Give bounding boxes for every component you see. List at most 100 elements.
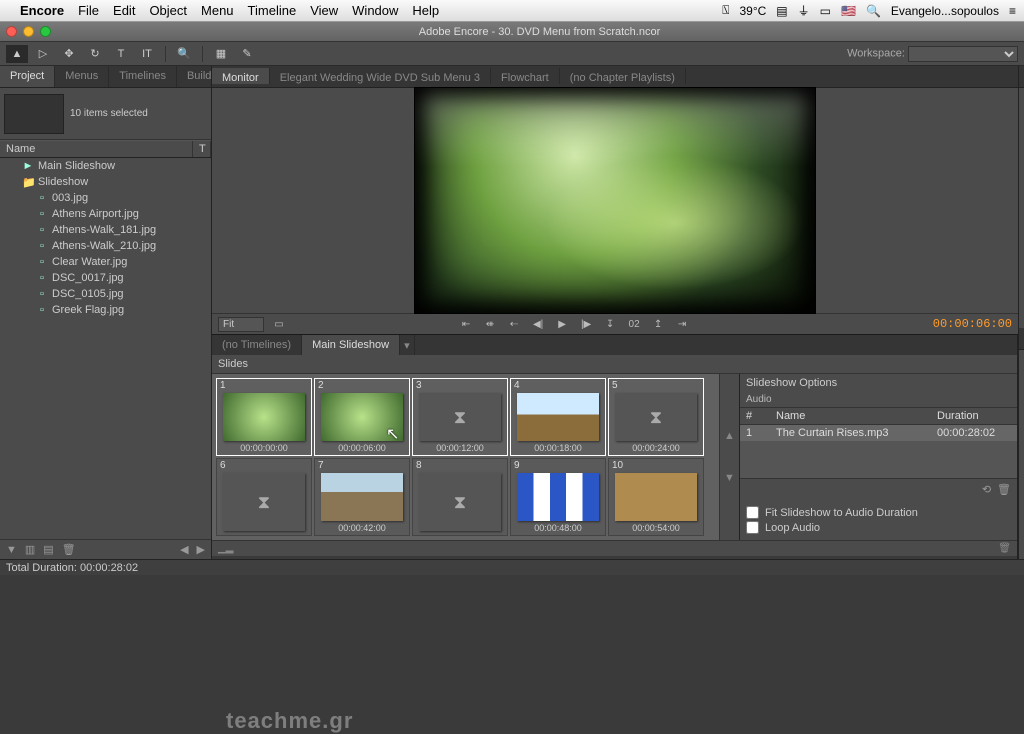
goto-in-icon[interactable]: ⇤ — [457, 317, 475, 332]
tree-item[interactable]: ▫DSC_0017.jpg — [0, 270, 211, 286]
project-tree[interactable]: ►Main Slideshow📁Slideshow▫003.jpg▫Athens… — [0, 158, 211, 539]
slides-label: Slides — [212, 355, 1017, 374]
slide-item[interactable]: 400:00:18:00 — [510, 378, 606, 456]
monitor-viewer[interactable] — [212, 88, 1018, 313]
step-fwd-icon[interactable]: ↧ — [601, 317, 619, 332]
monitor-tab[interactable]: Elegant Wedding Wide DVD Sub Menu 3 — [270, 68, 491, 84]
step-value[interactable]: 02 — [625, 317, 643, 332]
menu-extra-icon[interactable]: ≡ — [1009, 4, 1016, 18]
wifi-icon[interactable]: ⏚ — [798, 2, 810, 19]
preview-tool[interactable]: ▦ — [210, 45, 232, 63]
edit-menu-tool[interactable]: ✎ — [236, 45, 258, 63]
dropbox-icon[interactable]: ⍂ — [722, 3, 729, 18]
link-icon[interactable]: ⟲ — [982, 483, 991, 496]
workspace-select[interactable] — [908, 46, 1018, 62]
tree-item[interactable]: ▫Greek Flag.jpg — [0, 302, 211, 318]
slide-item[interactable]: 100:00:00:00 — [216, 378, 312, 456]
user-menu[interactable]: Evangelo...sopoulos — [891, 4, 999, 18]
flag-icon[interactable]: 🇺🇸 — [841, 4, 856, 18]
menu-edit[interactable]: Edit — [113, 3, 135, 18]
slide-item[interactable]: 5⧗00:00:24:00 — [608, 378, 704, 456]
menu-window[interactable]: Window — [352, 3, 398, 18]
tree-item[interactable]: 📁Slideshow — [0, 174, 211, 190]
text-tool[interactable]: T — [110, 45, 132, 63]
menu-file[interactable]: File — [78, 3, 99, 18]
slide-item[interactable]: 3⧗00:00:12:00 — [412, 378, 508, 456]
tab-menus[interactable]: Menus — [55, 66, 109, 87]
display-icon[interactable]: ▤ — [776, 4, 787, 18]
slide-item[interactable]: 200:00:06:00 — [314, 378, 410, 456]
goto-out-icon[interactable]: ⇥ — [673, 317, 691, 332]
timeline-tab[interactable]: (no Timelines) — [212, 335, 302, 355]
macos-menubar: Encore File Edit Object Menu Timeline View Win… — [0, 0, 1024, 22]
step-back5-icon[interactable]: ⇺ — [481, 317, 499, 332]
timecode[interactable]: 00:00:06:00 — [933, 317, 1012, 331]
loop-audio-checkbox[interactable]: Loop Audio — [746, 521, 1011, 534]
scroll-right-icon[interactable]: ▶ — [197, 543, 205, 556]
chapter-up-icon[interactable]: ▲ — [724, 430, 735, 442]
goto-next-icon[interactable]: |▶ — [577, 317, 595, 332]
new-folder-icon[interactable]: ▤ — [43, 543, 53, 556]
battery-icon[interactable]: ▭ — [820, 4, 831, 18]
tree-item[interactable]: ▫DSC_0105.jpg — [0, 286, 211, 302]
audio-row[interactable]: 1 The Curtain Rises.mp3 00:00:28:02 — [740, 425, 1017, 441]
timeline-menu-icon[interactable]: ▾ — [400, 335, 415, 355]
filter-icon[interactable]: ▼ — [6, 544, 17, 556]
tree-item[interactable]: ►Main Slideshow — [0, 158, 211, 174]
tree-item[interactable]: ▫Athens-Walk_210.jpg — [0, 238, 211, 254]
rotate-tool[interactable]: ↻ — [84, 45, 106, 63]
tab-project[interactable]: Project — [0, 66, 55, 87]
slide-thumbnail — [321, 473, 403, 521]
layers-tab[interactable]: Styles — [1019, 328, 1024, 349]
chapter-down-icon[interactable]: ▼ — [724, 472, 735, 484]
menu-view[interactable]: View — [310, 3, 338, 18]
tree-item[interactable]: ▫Athens-Walk_181.jpg — [0, 222, 211, 238]
delete-icon[interactable]: 🗑 — [62, 543, 76, 556]
step-back-icon[interactable]: ⇠ — [505, 317, 523, 332]
trash-icon[interactable]: 🗑 — [998, 543, 1011, 554]
step-fwd5-icon[interactable]: ↥ — [649, 317, 667, 332]
close-window-button[interactable] — [6, 26, 17, 37]
menu-menu[interactable]: Menu — [201, 3, 234, 18]
zoom-window-button[interactable] — [40, 26, 51, 37]
monitor-tab[interactable]: (no Chapter Playlists) — [560, 68, 686, 84]
zoom-slider-icon[interactable]: ▁▂ — [218, 543, 233, 554]
slide-item[interactable]: 900:00:48:00 — [510, 458, 606, 536]
delete-audio-icon[interactable]: 🗑 — [997, 483, 1011, 496]
goto-prev-icon[interactable]: ◀| — [529, 317, 547, 332]
layers-panel[interactable] — [1019, 350, 1024, 559]
zoom-fit-select[interactable] — [218, 317, 264, 332]
menu-help[interactable]: Help — [412, 3, 439, 18]
new-item-icon[interactable]: ▥ — [25, 543, 35, 556]
minimize-window-button[interactable] — [23, 26, 34, 37]
direct-selection-tool[interactable]: ▷ — [32, 45, 54, 63]
slide-item[interactable]: 1000:00:54:00 — [608, 458, 704, 536]
tree-item[interactable]: ▫Clear Water.jpg — [0, 254, 211, 270]
col-name[interactable]: Name — [0, 141, 193, 157]
move-tool[interactable]: ✥ — [58, 45, 80, 63]
app-name[interactable]: Encore — [20, 3, 64, 18]
play-button[interactable]: ▶ — [553, 317, 571, 332]
inspector-tab[interactable]: Library — [1019, 66, 1024, 87]
timeline-tab[interactable]: Main Slideshow — [302, 335, 400, 355]
monitor-tab[interactable]: Monitor — [212, 68, 270, 84]
monitor-tab[interactable]: Flowchart — [491, 68, 560, 84]
tree-item[interactable]: ▫003.jpg — [0, 190, 211, 206]
slides-grid[interactable]: 100:00:00:00200:00:06:003⧗00:00:12:00400… — [212, 374, 719, 540]
tree-item[interactable]: ▫Athens Airport.jpg — [0, 206, 211, 222]
selection-tool[interactable]: ▲ — [6, 45, 28, 63]
spotlight-icon[interactable]: 🔍 — [866, 4, 881, 18]
col-type[interactable]: T — [193, 141, 211, 157]
tab-timelines[interactable]: Timelines — [109, 66, 177, 87]
scroll-left-icon[interactable]: ◀ — [180, 543, 188, 556]
safe-margins-icon[interactable]: ▭ — [270, 317, 288, 332]
audio-list-body[interactable] — [740, 441, 1017, 478]
zoom-tool[interactable]: 🔍 — [173, 45, 195, 63]
slide-item[interactable]: 8⧗ — [412, 458, 508, 536]
slide-item[interactable]: 6⧗ — [216, 458, 312, 536]
slide-item[interactable]: 700:00:42:00 — [314, 458, 410, 536]
menu-timeline[interactable]: Timeline — [248, 3, 297, 18]
fit-to-audio-checkbox[interactable]: Fit Slideshow to Audio Duration — [746, 506, 1011, 519]
menu-object[interactable]: Object — [149, 3, 187, 18]
vertical-text-tool[interactable]: IT — [136, 45, 158, 63]
